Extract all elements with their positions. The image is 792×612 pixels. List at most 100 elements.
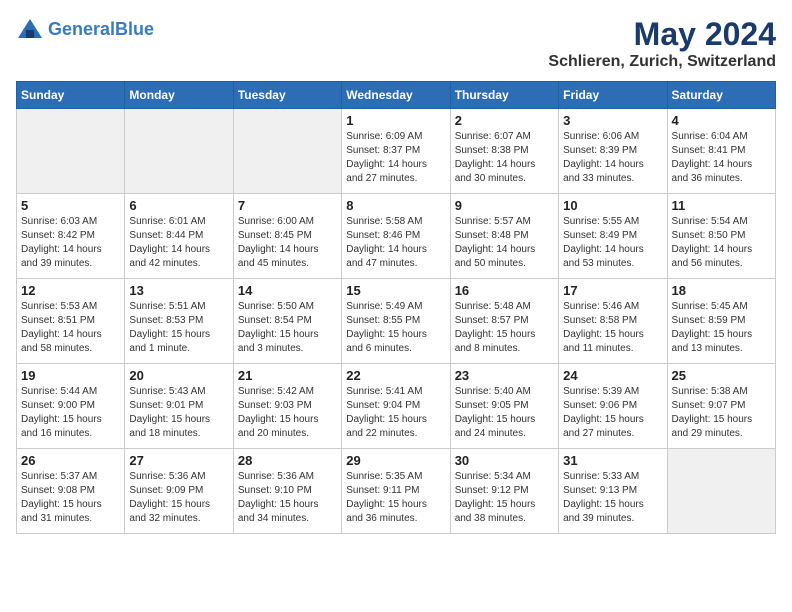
day-info: Sunrise: 6:00 AMSunset: 8:45 PMDaylight:… [238, 215, 337, 271]
week-row-3: 12 Sunrise: 5:53 AMSunset: 8:51 PMDayligh… [17, 279, 776, 364]
day-number: 2 [455, 113, 554, 128]
day-info: Sunrise: 5:38 AMSunset: 9:07 PMDaylight:… [672, 385, 771, 441]
day-number: 13 [129, 283, 228, 298]
day-header-thursday: Thursday [450, 82, 558, 109]
day-info: Sunrise: 5:36 AMSunset: 9:09 PMDaylight:… [129, 470, 228, 526]
day-number: 28 [238, 453, 337, 468]
day-number: 21 [238, 368, 337, 383]
days-of-week-row: SundayMondayTuesdayWednesdayThursdayFrid… [17, 82, 776, 109]
calendar-cell: 19Sunrise: 5:44 AMSunset: 9:00 PMDayligh… [17, 364, 125, 449]
day-header-sunday: Sunday [17, 82, 125, 109]
day-info: Sunrise: 5:39 AMSunset: 9:06 PMDaylight:… [563, 385, 662, 441]
calendar-cell: 11 Sunrise: 5:54 AMSunset: 8:50 PMDayligh… [667, 194, 775, 279]
calendar-cell: 14 Sunrise: 5:50 AMSunset: 8:54 PMDayligh… [233, 279, 341, 364]
day-info: Sunrise: 5:43 AMSunset: 9:01 PMDaylight:… [129, 385, 228, 441]
calendar-cell: 5 Sunrise: 6:03 AMSunset: 8:42 PMDaylight… [17, 194, 125, 279]
week-row-2: 5 Sunrise: 6:03 AMSunset: 8:42 PMDaylight… [17, 194, 776, 279]
day-number: 27 [129, 453, 228, 468]
calendar-cell: 8Sunrise: 5:58 AMSunset: 8:46 PMDaylight… [342, 194, 450, 279]
day-number: 23 [455, 368, 554, 383]
calendar-cell: 4Sunrise: 6:04 AMSunset: 8:41 PMDaylight… [667, 109, 775, 194]
day-info: Sunrise: 5:53 AMSunset: 8:51 PMDaylight:… [21, 300, 120, 356]
day-number: 17 [563, 283, 662, 298]
day-number: 3 [563, 113, 662, 128]
day-number: 18 [672, 283, 771, 298]
day-info: Sunrise: 5:36 AMSunset: 9:10 PMDaylight:… [238, 470, 337, 526]
week-row-1: 1 Sunrise: 6:09 AMSunset: 8:37 PMDaylight… [17, 109, 776, 194]
logo-blue: Blue [115, 19, 154, 39]
day-number: 25 [672, 368, 771, 383]
day-info: Sunrise: 5:58 AMSunset: 8:46 PMDaylight:… [346, 215, 445, 271]
day-number: 16 [455, 283, 554, 298]
day-number: 6 [129, 198, 228, 213]
day-number: 30 [455, 453, 554, 468]
day-info: Sunrise: 5:40 AMSunset: 9:05 PMDaylight:… [455, 385, 554, 441]
calendar-cell: 21 Sunrise: 5:42 AMSunset: 9:03 PMDayligh… [233, 364, 341, 449]
day-info: Sunrise: 5:46 AMSunset: 8:58 PMDaylight:… [563, 300, 662, 356]
day-info: Sunrise: 5:55 AMSunset: 8:49 PMDaylight:… [563, 215, 662, 271]
day-info: Sunrise: 6:01 AMSunset: 8:44 PMDaylight:… [129, 215, 228, 271]
calendar-cell [233, 109, 341, 194]
day-info: Sunrise: 6:07 AMSunset: 8:38 PMDaylight:… [455, 130, 554, 186]
day-header-monday: Monday [125, 82, 233, 109]
day-header-tuesday: Tuesday [233, 82, 341, 109]
week-row-5: 26Sunrise: 5:37 AMSunset: 9:08 PMDayligh… [17, 449, 776, 534]
calendar-header: SundayMondayTuesdayWednesdayThursdayFrid… [17, 82, 776, 109]
week-row-4: 19Sunrise: 5:44 AMSunset: 9:00 PMDayligh… [17, 364, 776, 449]
calendar-cell: 17 Sunrise: 5:46 AMSunset: 8:58 PMDayligh… [559, 279, 667, 364]
calendar-cell: 18Sunrise: 5:45 AMSunset: 8:59 PMDayligh… [667, 279, 775, 364]
calendar-cell: 28 Sunrise: 5:36 AMSunset: 9:10 PMDayligh… [233, 449, 341, 534]
day-number: 5 [21, 198, 120, 213]
calendar-body: 1 Sunrise: 6:09 AMSunset: 8:37 PMDaylight… [17, 109, 776, 534]
day-info: Sunrise: 5:51 AMSunset: 8:53 PMDaylight:… [129, 300, 228, 356]
day-info: Sunrise: 5:54 AMSunset: 8:50 PMDaylight:… [672, 215, 771, 271]
day-number: 9 [455, 198, 554, 213]
day-info: Sunrise: 5:35 AMSunset: 9:11 PMDaylight:… [346, 470, 445, 526]
calendar-cell: 16Sunrise: 5:48 AMSunset: 8:57 PMDayligh… [450, 279, 558, 364]
day-number: 14 [238, 283, 337, 298]
calendar-cell: 2 Sunrise: 6:07 AMSunset: 8:38 PMDaylight… [450, 109, 558, 194]
page-header: GeneralBlue May 2024 Schlieren, Zurich, … [16, 16, 776, 71]
calendar-cell: 10 Sunrise: 5:55 AMSunset: 8:49 PMDayligh… [559, 194, 667, 279]
day-header-wednesday: Wednesday [342, 82, 450, 109]
day-number: 29 [346, 453, 445, 468]
calendar-cell: 1 Sunrise: 6:09 AMSunset: 8:37 PMDaylight… [342, 109, 450, 194]
day-info: Sunrise: 6:09 AMSunset: 8:37 PMDaylight:… [346, 130, 445, 186]
day-info: Sunrise: 5:50 AMSunset: 8:54 PMDaylight:… [238, 300, 337, 356]
day-number: 26 [21, 453, 120, 468]
calendar-cell: 25 Sunrise: 5:38 AMSunset: 9:07 PMDayligh… [667, 364, 775, 449]
calendar-cell [17, 109, 125, 194]
day-info: Sunrise: 5:42 AMSunset: 9:03 PMDaylight:… [238, 385, 337, 441]
day-number: 10 [563, 198, 662, 213]
logo-text-line1: GeneralBlue [48, 20, 154, 40]
title-section: May 2024 Schlieren, Zurich, Switzerland [548, 16, 776, 71]
calendar-cell: 12 Sunrise: 5:53 AMSunset: 8:51 PMDayligh… [17, 279, 125, 364]
calendar-cell: 13 Sunrise: 5:51 AMSunset: 8:53 PMDayligh… [125, 279, 233, 364]
day-header-friday: Friday [559, 82, 667, 109]
day-number: 24 [563, 368, 662, 383]
day-info: Sunrise: 6:06 AMSunset: 8:39 PMDaylight:… [563, 130, 662, 186]
day-info: Sunrise: 5:33 AMSunset: 9:13 PMDaylight:… [563, 470, 662, 526]
calendar-cell: 23 Sunrise: 5:40 AMSunset: 9:05 PMDayligh… [450, 364, 558, 449]
calendar-cell: 7Sunrise: 6:00 AMSunset: 8:45 PMDaylight… [233, 194, 341, 279]
calendar-cell: 24 Sunrise: 5:39 AMSunset: 9:06 PMDayligh… [559, 364, 667, 449]
calendar-cell: 31Sunrise: 5:33 AMSunset: 9:13 PMDayligh… [559, 449, 667, 534]
month-title: May 2024 [548, 16, 776, 53]
calendar-cell: 6 Sunrise: 6:01 AMSunset: 8:44 PMDaylight… [125, 194, 233, 279]
calendar-cell [667, 449, 775, 534]
calendar-cell: 15Sunrise: 5:49 AMSunset: 8:55 PMDayligh… [342, 279, 450, 364]
day-info: Sunrise: 5:41 AMSunset: 9:04 PMDaylight:… [346, 385, 445, 441]
logo-general: General [48, 19, 115, 39]
calendar-cell: 20Sunrise: 5:43 AMSunset: 9:01 PMDayligh… [125, 364, 233, 449]
day-number: 1 [346, 113, 445, 128]
day-info: Sunrise: 6:03 AMSunset: 8:42 PMDaylight:… [21, 215, 120, 271]
day-info: Sunrise: 6:04 AMSunset: 8:41 PMDaylight:… [672, 130, 771, 186]
day-number: 15 [346, 283, 445, 298]
day-number: 22 [346, 368, 445, 383]
calendar-cell [125, 109, 233, 194]
day-number: 12 [21, 283, 120, 298]
calendar-cell: 29 Sunrise: 5:35 AMSunset: 9:11 PMDayligh… [342, 449, 450, 534]
calendar-table: SundayMondayTuesdayWednesdayThursdayFrid… [16, 81, 776, 534]
day-info: Sunrise: 5:34 AMSunset: 9:12 PMDaylight:… [455, 470, 554, 526]
day-number: 11 [672, 198, 771, 213]
